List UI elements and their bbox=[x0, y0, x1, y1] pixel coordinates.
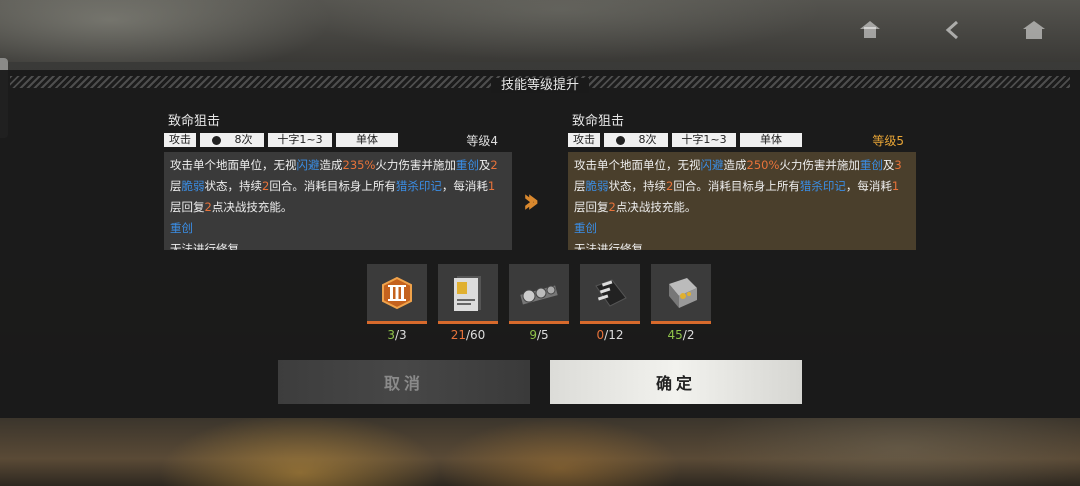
material-count: 9/5 bbox=[529, 328, 549, 342]
background-bottom bbox=[0, 418, 1080, 486]
material-count: 0/12 bbox=[596, 328, 624, 342]
material-item[interactable]: 9/5 bbox=[509, 264, 569, 342]
tag-range: 十字1~3 bbox=[268, 133, 332, 147]
base-icon[interactable] bbox=[1008, 12, 1060, 48]
material-count: 45/2 bbox=[667, 328, 695, 342]
keyword-title: 重创 bbox=[574, 221, 597, 235]
material-count: 21/60 bbox=[450, 328, 486, 342]
current-skill-panel: 致命狙击 攻击 8次 十字1~3 单体 等级4 攻击单个地面单位，无视闪避造成2… bbox=[164, 110, 516, 250]
skill-name: 致命狙击 bbox=[572, 114, 625, 129]
material-list: 3/3 21/60 9/5 0/12 45/2 bbox=[367, 264, 711, 342]
skill-tags: 攻击 8次 十字1~3 单体 bbox=[568, 132, 920, 148]
clock-icon bbox=[211, 135, 221, 145]
confirm-button[interactable]: 确定 bbox=[550, 360, 802, 404]
cancel-button[interactable]: 取消 bbox=[278, 360, 530, 404]
supply-crate-icon[interactable] bbox=[651, 264, 711, 324]
skill-description: 攻击单个地面单位，无视闪避造成250%火力伤害并施加重创及3层脆弱状态，持续2回… bbox=[568, 152, 916, 250]
rank-badge-icon[interactable] bbox=[367, 264, 427, 324]
parts-kit-icon[interactable] bbox=[509, 264, 569, 324]
skill-upgrade-dialog: 技能等级提升 致命狙击 攻击 8次 十字1~3 单体 等级4 攻击单个地面单位，… bbox=[0, 70, 1080, 418]
material-count: 3/3 bbox=[387, 328, 407, 342]
keyword-title: 重创 bbox=[170, 221, 193, 235]
dialog-title: 技能等级提升 bbox=[0, 74, 1080, 93]
material-item[interactable]: 21/60 bbox=[438, 264, 498, 342]
home-icon[interactable] bbox=[844, 12, 896, 48]
skill-name: 致命狙击 bbox=[168, 114, 221, 129]
keyword-text: 无法进行修复。 bbox=[574, 242, 655, 250]
tag-range: 十字1~3 bbox=[672, 133, 736, 147]
skill-description: 攻击单个地面单位，无视闪避造成235%火力伤害并施加重创及2层脆弱状态，持续2回… bbox=[164, 152, 512, 250]
next-skill-panel: 致命狙击 攻击 8次 十字1~3 单体 等级5 攻击单个地面单位，无视闪避造成2… bbox=[568, 110, 920, 250]
tag-type: 攻击 bbox=[164, 133, 196, 147]
keyword-text: 无法进行修复。 bbox=[170, 242, 251, 250]
skill-level: 等级4 bbox=[466, 134, 498, 148]
material-item[interactable]: 3/3 bbox=[367, 264, 427, 342]
manual-book-icon[interactable] bbox=[438, 264, 498, 324]
tag-type: 攻击 bbox=[568, 133, 600, 147]
black-parts-icon[interactable] bbox=[580, 264, 640, 324]
tag-target: 单体 bbox=[740, 133, 802, 147]
skill-tags: 攻击 8次 十字1~3 单体 bbox=[164, 132, 516, 148]
skill-level: 等级5 bbox=[872, 134, 904, 148]
clock-icon bbox=[615, 135, 625, 145]
back-icon[interactable] bbox=[926, 12, 978, 48]
tag-uses: 8次 bbox=[604, 133, 668, 147]
upgrade-arrow-icon: ›› bbox=[522, 181, 540, 221]
material-item[interactable]: 45/2 bbox=[651, 264, 711, 342]
material-item[interactable]: 0/12 bbox=[580, 264, 640, 342]
top-nav bbox=[844, 12, 1060, 48]
tag-target: 单体 bbox=[336, 133, 398, 147]
tag-uses: 8次 bbox=[200, 133, 264, 147]
